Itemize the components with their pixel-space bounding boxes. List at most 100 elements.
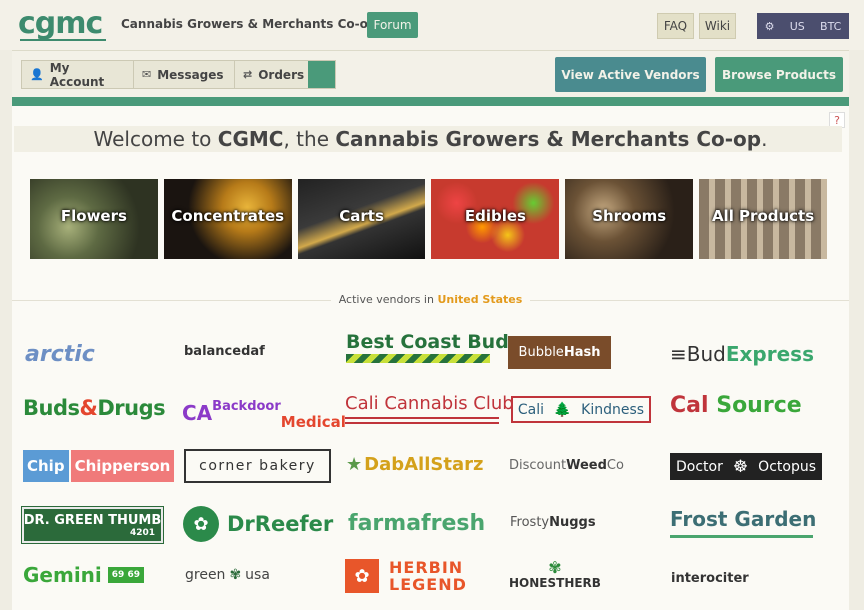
category-label: Carts xyxy=(339,207,384,225)
vendor-name-part: green xyxy=(185,567,226,583)
category-shrooms[interactable]: Shrooms xyxy=(565,179,694,259)
vendor-green-usa[interactable]: green ✾ usa xyxy=(185,567,270,583)
user-icon: 👤 xyxy=(30,68,44,81)
vendor-interociter[interactable]: interociter xyxy=(671,571,749,586)
currency-preference[interactable]: BTC xyxy=(820,20,841,33)
envelope-icon: ✉ xyxy=(142,68,152,81)
vendor-herbin-legend[interactable]: ✿ HERBIN LEGEND xyxy=(345,559,467,593)
leaf-icon: ✿ xyxy=(183,506,219,542)
star-icon: ★ xyxy=(346,454,363,475)
vendor-name-part: ≡Bud xyxy=(670,342,726,366)
vendor-drreefer[interactable]: ✿ DrReefer xyxy=(183,506,333,542)
vendor-name: Gemini xyxy=(23,563,102,587)
category-concentrates[interactable]: Concentrates xyxy=(163,179,292,259)
vendor-name-part: DR. GREEN THUMB xyxy=(23,512,162,528)
vendor-name: Best Coast Bud xyxy=(346,331,509,353)
exchange-icon: ⇄ xyxy=(243,68,253,81)
category-label: Shrooms xyxy=(592,207,667,225)
vendor-name: HONESTHERB xyxy=(509,576,601,590)
vendor-frost-garden[interactable]: Frost Garden xyxy=(670,507,816,538)
vendor-corner-bakery[interactable]: corner bakery xyxy=(184,449,331,483)
faq-button[interactable]: FAQ xyxy=(657,13,694,39)
vendors-country-link[interactable]: United States xyxy=(437,293,522,306)
vendor-daballstarz[interactable]: ★ DabAllStarz xyxy=(346,454,483,475)
welcome-brand: CGMC xyxy=(217,127,284,151)
gear-icon[interactable]: ⚙ xyxy=(765,20,775,33)
logo-stripe xyxy=(346,354,490,363)
nav-divider xyxy=(12,97,849,106)
view-active-vendors-button[interactable]: View Active Vendors xyxy=(555,57,706,92)
vendor-dr-green-thumb[interactable]: DR. GREEN THUMB 4201 xyxy=(21,506,164,544)
preferences-box[interactable]: ⚙ US BTC xyxy=(757,13,849,39)
vendor-name-part: Hash xyxy=(563,345,601,360)
site-logo[interactable]: cgmc xyxy=(18,6,103,41)
active-vendors-heading: Active vendors in United States xyxy=(12,293,849,306)
vendor-name-part: Doctor xyxy=(676,458,723,475)
wiki-button[interactable]: Wiki xyxy=(699,13,736,39)
vendor-cali-cannabis-club[interactable]: Cali Cannabis Club xyxy=(345,393,514,424)
vendor-name-part: Kindness xyxy=(581,401,645,418)
category-carts[interactable]: Carts xyxy=(297,179,426,259)
active-vendors-label: Active vendors in xyxy=(338,293,438,306)
vendor-best-coast-bud[interactable]: Best Coast Bud xyxy=(346,331,509,363)
top-bar: cgmc Cannabis Growers & Merchants Co-op … xyxy=(0,0,864,50)
vendor-farmafresh[interactable]: farmafresh xyxy=(348,511,485,536)
category-tiles: Flowers Concentrates Carts Edibles Shroo… xyxy=(30,179,827,259)
vendor-name: DrReefer xyxy=(227,512,334,536)
vendor-discountweedco[interactable]: Discount Weed Co xyxy=(509,458,624,473)
vendor-name-part: Bubble xyxy=(518,345,564,360)
vendor-arctic[interactable]: arctic xyxy=(25,342,95,367)
vendor-chip-chipperson[interactable]: Chip Chipperson xyxy=(23,450,175,482)
vendor-name-part: Source xyxy=(716,393,802,418)
vendor-bubblehash[interactable]: Bubble Hash xyxy=(508,336,611,369)
my-account-label: My Account xyxy=(49,60,105,89)
country-preference[interactable]: US xyxy=(790,20,805,33)
orders-button[interactable]: ⇄ Orders xyxy=(234,60,336,89)
vendor-name-part: Frosty xyxy=(510,515,550,530)
orders-label: Orders xyxy=(258,67,305,82)
vendor-name-part: Co xyxy=(606,458,624,473)
vendor-badge: 69 69 xyxy=(107,567,144,583)
vendor-honestherb[interactable]: ✾ HONESTHERB xyxy=(509,558,601,591)
vendor-name-part: Discount xyxy=(509,458,567,473)
vendor-name-part: Cal xyxy=(670,393,709,418)
category-edibles[interactable]: Edibles xyxy=(431,179,560,259)
vendor-doctor-octopus[interactable]: Doctor ☸ Octopus xyxy=(670,453,822,480)
leaf-icon: ✾ xyxy=(548,558,562,577)
welcome-prefix: Welcome to xyxy=(93,127,218,151)
vendor-cal-source[interactable]: Cal Source xyxy=(670,393,802,418)
forum-button[interactable]: Forum xyxy=(367,12,418,38)
category-flowers[interactable]: Flowers xyxy=(30,179,158,259)
category-label: All Products xyxy=(711,207,815,225)
category-all-products[interactable]: All Products xyxy=(699,179,827,259)
orders-count-badge xyxy=(308,61,335,88)
my-account-button[interactable]: 👤 My Account xyxy=(21,60,134,89)
vendor-gemini[interactable]: Gemini 69 69 xyxy=(23,563,144,587)
messages-button[interactable]: ✉ Messages xyxy=(133,60,239,89)
vendor-name-part: Chip xyxy=(23,450,69,482)
vendor-cali-kindness[interactable]: Cali 🌲 Kindness xyxy=(511,396,651,423)
site-name: Cannabis Growers & Merchants Co-op xyxy=(121,17,377,31)
vendor-balancedaf[interactable]: balancedaf xyxy=(184,344,265,359)
vendor-name-part: Medical xyxy=(280,413,346,431)
vendor-name-part: Chipperson xyxy=(70,450,175,482)
vendor-name-part: CA xyxy=(182,401,213,425)
vendor-name: Frost Garden xyxy=(670,507,817,531)
category-label: Concentrates xyxy=(171,207,285,225)
vendor-name-part: Express xyxy=(725,342,814,366)
welcome-mid: , the xyxy=(283,127,336,151)
vendor-ca-backdoor-medical[interactable]: CA Backdoor Medical xyxy=(182,395,346,432)
vendor-name: Cali Cannabis Club xyxy=(345,393,514,414)
vendor-name-part: Weed xyxy=(566,458,607,473)
vendor-frostynuggs[interactable]: Frosty Nuggs xyxy=(510,515,596,530)
logo-rule xyxy=(345,417,499,419)
messages-label: Messages xyxy=(157,67,224,82)
browse-products-button[interactable]: Browse Products xyxy=(715,57,843,92)
vendor-budexpress[interactable]: ≡Bud Express xyxy=(670,342,814,366)
welcome-suffix: . xyxy=(761,127,768,151)
vendor-name-part: Octopus xyxy=(758,458,816,475)
vendor-name-part: Buds xyxy=(23,396,80,420)
vendor-name-part: & xyxy=(79,396,98,420)
octopus-icon: ☸ xyxy=(732,456,749,477)
vendor-buds-and-drugs[interactable]: Buds & Drugs xyxy=(23,396,166,420)
